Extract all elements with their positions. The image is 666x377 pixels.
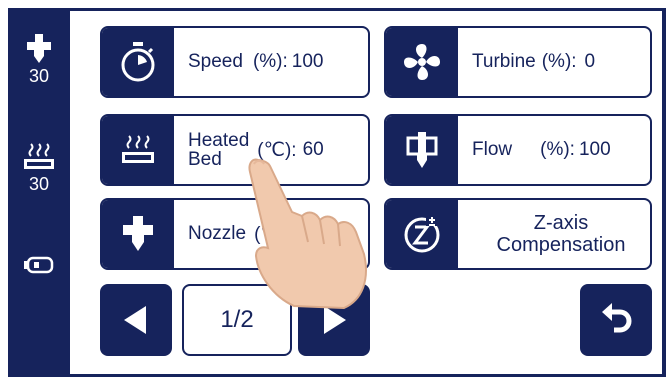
turbine-unit: (%): — [541, 51, 577, 72]
z-axis-compensation-button[interactable]: Z-axis Compensation — [384, 198, 652, 270]
arrow-left-icon — [124, 306, 146, 334]
frame-top — [8, 8, 666, 11]
fan-icon — [404, 44, 440, 80]
printer-screen: 30 30 Speed (%): 100 Turbine (%): 0 Heat… — [0, 0, 666, 377]
heated-bed-button[interactable]: Heated Bed (℃): 60 — [100, 114, 370, 186]
sidebar-bed-temp: 30 — [8, 142, 70, 194]
nozzle-value: 30 — [299, 223, 321, 244]
z-axis-label-line2: Compensation — [496, 234, 626, 256]
turbine-value: 0 — [584, 51, 596, 72]
next-page-button[interactable] — [298, 284, 370, 356]
page-indicator: 1/2 — [182, 284, 292, 356]
heated-bed-icon — [24, 143, 54, 169]
speed-value: 100 — [291, 51, 324, 72]
heated-bed-unit: (℃): — [257, 139, 297, 161]
stopwatch-icon — [121, 42, 155, 82]
flow-value: 100 — [578, 139, 611, 160]
sidebar-usb — [8, 250, 70, 280]
prev-page-button[interactable] — [100, 284, 172, 356]
nozzle-temp-value: 30 — [28, 66, 50, 86]
flow-button[interactable]: Flow (%): 100 — [384, 114, 652, 186]
extruder-flow-icon — [406, 132, 438, 168]
page-number: 1/2 — [220, 306, 254, 333]
return-icon — [602, 303, 632, 333]
turbine-button[interactable]: Turbine (%): 0 — [384, 26, 652, 98]
speed-label: Speed — [188, 51, 243, 72]
nozzle-icon — [27, 34, 51, 63]
arrow-right-icon — [324, 306, 346, 334]
speed-unit: (%): — [252, 51, 288, 72]
flow-unit: (%): — [540, 139, 575, 160]
speed-button[interactable]: Speed (%): 100 — [100, 26, 370, 98]
bed-temp-value: 30 — [28, 174, 50, 194]
heated-bed-value: 60 — [302, 139, 324, 160]
back-button[interactable] — [580, 284, 652, 356]
frame-right — [662, 8, 666, 377]
nozzle-button[interactable]: Nozzle (℃): 30 — [100, 198, 370, 270]
nozzle-label: Nozzle — [188, 223, 247, 244]
z-axis-icon — [404, 216, 440, 253]
usb-drive-icon — [24, 256, 54, 274]
heated-bed-label-line1: Heated — [188, 130, 250, 151]
turbine-label: Turbine — [472, 51, 536, 72]
sidebar-nozzle-temp: 30 — [8, 34, 70, 86]
nozzle-unit: (℃): — [254, 223, 294, 245]
z-axis-label-line1: Z-axis — [533, 212, 589, 234]
heated-bed-label-line2: Bed — [188, 149, 222, 170]
flow-label: Flow — [472, 139, 513, 160]
nozzle-icon — [123, 216, 153, 251]
status-sidebar: 30 30 — [8, 8, 70, 377]
heated-bed-icon — [122, 135, 154, 163]
